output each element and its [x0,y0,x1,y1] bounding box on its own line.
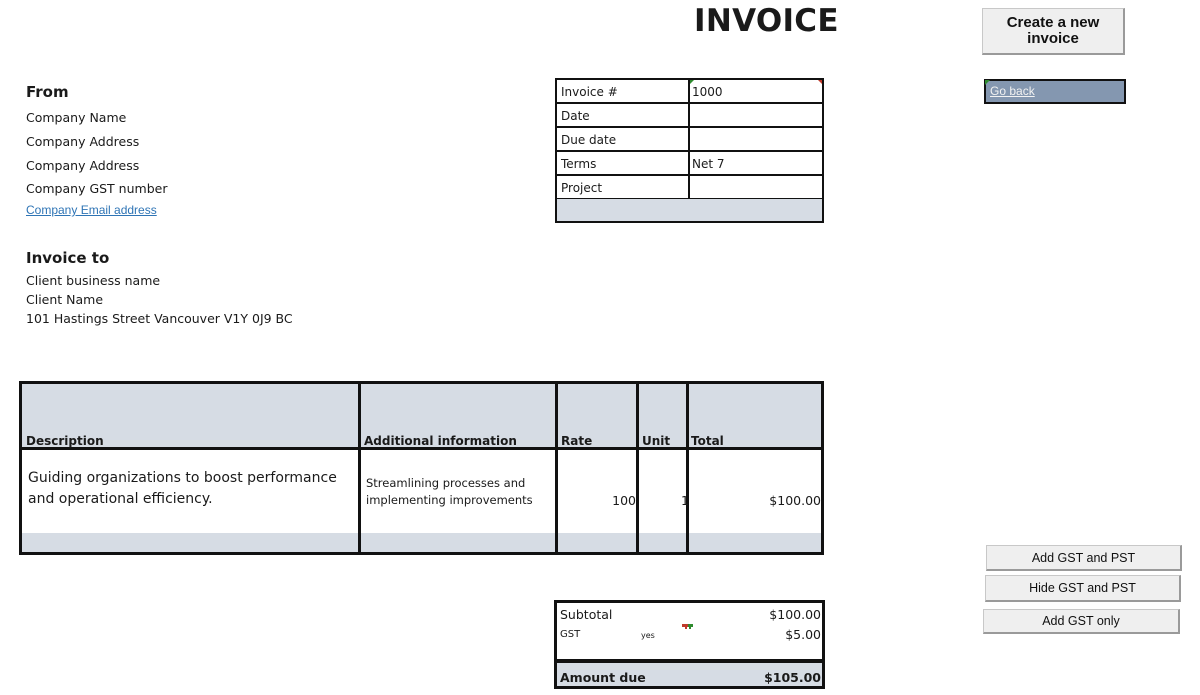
line-item-unit[interactable]: 1 [641,493,689,508]
column-divider [688,80,690,199]
terms-value[interactable]: Net 7 [692,157,725,171]
comment-indicator-icon [818,80,822,84]
add-gst-only-button[interactable]: Add GST only [983,609,1180,634]
gst-flag[interactable]: yes [641,631,655,640]
go-back-button[interactable]: Go back [984,79,1126,104]
company-gst-number[interactable]: Company GST number [26,181,167,196]
meta-label: Due date [561,133,617,147]
client-business-name[interactable]: Client business name [26,273,160,288]
column-divider [686,384,689,552]
column-header-additional-information: Additional information [364,434,517,448]
column-divider [636,384,639,552]
company-address-2[interactable]: Company Address [26,158,139,173]
invoice-title: INVOICE [694,3,839,39]
invoice-number-value[interactable]: 1000 [692,85,723,99]
create-new-invoice-button[interactable]: Create a new invoice [982,8,1125,55]
line-item-description[interactable]: Guiding organizations to boost performan… [28,468,358,510]
company-address-1[interactable]: Company Address [26,134,139,149]
hide-gst-and-pst-button[interactable]: Hide GST and PST [985,575,1181,602]
line-item-additional-information[interactable]: Streamlining processes and implementing … [366,475,556,509]
meta-label: Date [561,109,590,123]
meta-label: Terms [561,157,597,171]
line-items-table: Description Additional information Rate … [19,381,824,555]
totals-table: Subtotal $100.00 GST yes $5.00 Amount du… [554,600,825,689]
comment-indicator-icon [985,80,990,85]
meta-footer-band [557,199,822,221]
company-email-link[interactable]: Company Email address [26,203,157,217]
amount-due-label: Amount due [560,670,646,685]
company-name[interactable]: Company Name [26,110,126,125]
column-header-description: Description [26,434,104,448]
meta-label: Invoice # [561,85,618,99]
invoice-to-heading: Invoice to [26,249,110,267]
comment-indicator-icon [682,624,694,630]
invoice-meta-table: Invoice # 1000 Date Due date Terms Net 7… [555,78,824,223]
comment-indicator-icon [690,80,694,84]
column-header-unit: Unit [642,434,671,448]
column-header-rate: Rate [561,434,593,448]
column-divider [555,384,558,552]
gst-label: GST [560,629,581,640]
gst-value: $5.00 [785,627,821,642]
column-divider [358,384,361,552]
meta-label: Project [561,181,603,195]
subtotal-value: $100.00 [769,607,821,622]
add-gst-and-pst-button[interactable]: Add GST and PST [986,545,1182,571]
subtotal-label: Subtotal [560,607,613,622]
client-name[interactable]: Client Name [26,292,103,307]
go-back-label: Go back [990,84,1035,98]
client-address[interactable]: 101 Hastings Street Vancouver V1Y 0J9 BC [26,311,293,326]
line-item-rate[interactable]: 100 [560,493,636,508]
line-item-total: $100.00 [769,493,821,508]
amount-due-value: $105.00 [764,670,821,685]
table-footer-band [22,533,821,552]
column-header-total: Total [691,434,724,448]
from-heading: From [26,83,69,101]
